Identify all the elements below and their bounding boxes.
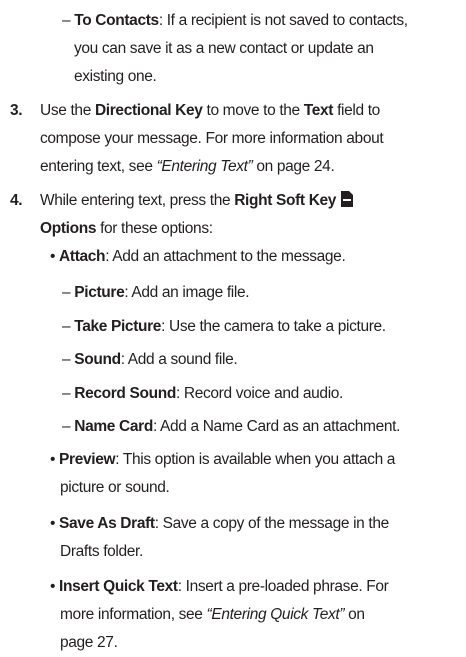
description: : Save a copy of the message in the — [154, 515, 390, 532]
to-contacts-line-1: – To Contacts: If a recipient is not sav… — [62, 8, 408, 35]
term-insert-quick-text: Insert Quick Text — [59, 578, 178, 595]
term-options: Options — [40, 220, 97, 237]
sub-item-record-sound: – Record Sound: Record voice and audio. — [62, 381, 343, 408]
bullet: • — [50, 248, 56, 265]
text: While entering text, press the — [40, 192, 235, 209]
bullet-attach: • Attach: Add an attachment to the messa… — [50, 244, 346, 271]
sub-item-name-card: – Name Card: Add a Name Card as an attac… — [62, 414, 400, 441]
insert-quick-text-line-2: more information, see “Entering Quick Te… — [60, 602, 365, 629]
step-number-3: 3. — [10, 102, 23, 119]
description: : Add a Name Card as an attachment. — [152, 418, 401, 435]
bullet-save-as-draft: • Save As Draft: Save a copy of the mess… — [50, 511, 389, 538]
term-take-picture: Take Picture — [74, 318, 162, 335]
term-attach: Attach — [59, 248, 106, 265]
term-right-soft-key: Right Soft Key — [234, 192, 337, 209]
term-to-contacts: To Contacts — [74, 12, 159, 29]
description: : Record voice and audio. — [175, 385, 344, 402]
save-as-draft-line-2: Drafts folder. — [60, 543, 143, 560]
term-sound: Sound — [74, 351, 121, 368]
bullet: • — [50, 578, 56, 595]
term-preview: Preview — [59, 451, 116, 468]
text: entering text, see — [40, 158, 157, 175]
step-4-line-1: While entering text, press the Right Sof… — [40, 188, 354, 215]
dash: – — [62, 12, 71, 29]
description: : Add an attachment to the message. — [105, 248, 346, 265]
manual-page: – To Contacts: If a recipient is not sav… — [0, 0, 466, 651]
description: : Add an image file. — [124, 284, 250, 301]
right-soft-key-icon — [341, 191, 354, 207]
sub-item-take-picture: – Take Picture: Use the camera to take a… — [62, 314, 386, 341]
term-picture: Picture — [74, 284, 125, 301]
step-3-line-1: Use the Directional Key to move to the T… — [40, 98, 380, 125]
step-3-line-3: entering text, see “Entering Text” on pa… — [40, 154, 335, 181]
text: on page 24. — [252, 158, 335, 175]
dash: – — [62, 318, 71, 335]
description: : Use the camera to take a picture. — [161, 318, 386, 335]
term-directional-key: Directional Key — [94, 102, 203, 119]
step-4-line-2: Options for these options: — [40, 216, 213, 243]
dash: – — [62, 385, 71, 402]
description: : Add a sound file. — [120, 351, 238, 368]
to-contacts-line-3: existing one. — [74, 68, 157, 85]
cross-reference-entering-text[interactable]: “Entering Text” — [157, 158, 253, 175]
term-text: Text — [303, 102, 334, 119]
step-number-4: 4. — [10, 192, 23, 209]
to-contacts-line-2: you can save it as a new contact or upda… — [74, 40, 374, 57]
term-name-card: Name Card — [74, 418, 153, 435]
bullet-preview: • Preview: This option is available when… — [50, 447, 395, 474]
sub-item-picture: – Picture: Add an image file. — [62, 280, 250, 307]
bullet: • — [50, 451, 56, 468]
description: : If a recipient is not saved to contact… — [158, 12, 408, 29]
dash: – — [62, 284, 71, 301]
term-record-sound: Record Sound — [74, 385, 176, 402]
text: field to — [333, 102, 380, 119]
text: Use the — [40, 102, 95, 119]
text: on — [344, 606, 365, 623]
sub-item-sound: – Sound: Add a sound file. — [62, 347, 238, 374]
dash: – — [62, 418, 71, 435]
description: : This option is available when you atta… — [115, 451, 396, 468]
cross-reference-entering-quick-text[interactable]: “Entering Quick Text” — [207, 606, 345, 623]
preview-line-2: picture or sound. — [60, 479, 170, 496]
step-3-line-2: compose your message. For more informati… — [40, 130, 384, 147]
dash: – — [62, 351, 71, 368]
insert-quick-text-line-3: page 27. — [60, 634, 118, 651]
bullet: • — [50, 515, 56, 532]
text: more information, see — [60, 606, 207, 623]
bullet-insert-quick-text: • Insert Quick Text: Insert a pre-loaded… — [50, 574, 389, 601]
text: to move to the — [202, 102, 304, 119]
text: for these options: — [96, 220, 213, 237]
description: : Insert a pre-loaded phrase. For — [177, 578, 389, 595]
term-save-as-draft: Save As Draft — [59, 515, 155, 532]
